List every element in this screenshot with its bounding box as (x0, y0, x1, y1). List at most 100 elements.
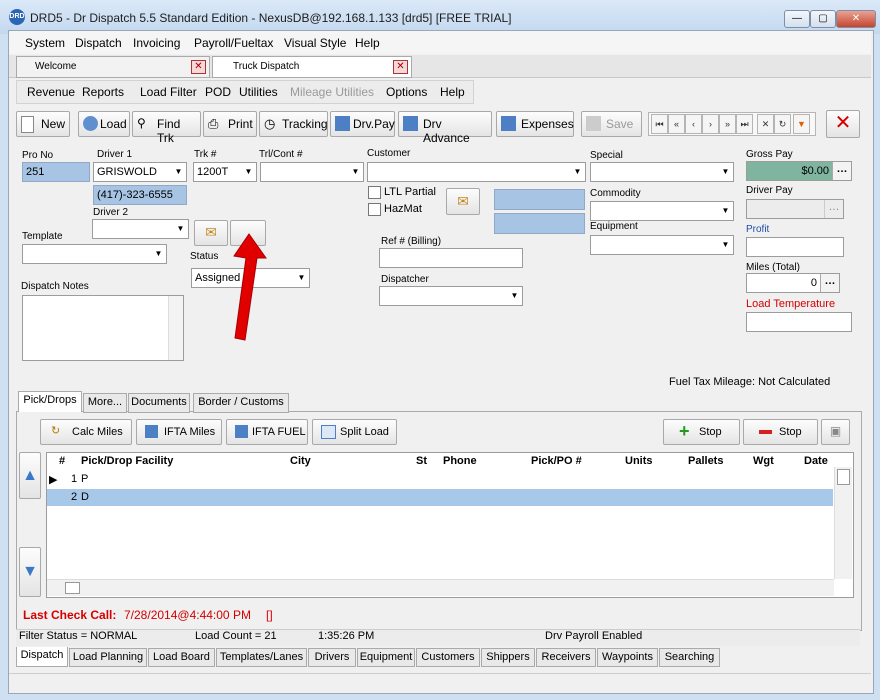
next-page-icon[interactable]: » (719, 114, 736, 134)
cancel-edit-icon[interactable]: ✕ (757, 114, 774, 134)
tab-equipment[interactable]: Equipment (357, 648, 415, 667)
tab-welcome[interactable]: Welcome ✕ (16, 56, 210, 78)
tab-waypoints[interactable]: Waypoints (597, 648, 658, 667)
tab-searching[interactable]: Searching (659, 648, 720, 667)
prior-page-icon[interactable]: « (668, 114, 685, 134)
tab-templates-lanes[interactable]: Templates/Lanes (216, 648, 307, 667)
commodity-select[interactable]: ▼ (590, 201, 734, 221)
dispatcher-select[interactable]: ▼ (379, 286, 523, 306)
menu-system[interactable]: System (25, 36, 65, 50)
fuel-tax-mileage: Fuel Tax Mileage: Not Calculated (669, 376, 831, 388)
load-button[interactable]: Load (78, 111, 130, 137)
submenu-utilities[interactable]: Utilities (239, 85, 278, 99)
move-up-icon[interactable]: ▲ (19, 452, 41, 499)
menu-invoicing[interactable]: Invoicing (133, 36, 180, 50)
table-row[interactable]: ▶ 1 P (47, 471, 833, 488)
save-disk-icon[interactable]: ▣ (821, 419, 850, 445)
filter-icon[interactable]: ▼ (793, 114, 810, 134)
close-tab-icon[interactable]: ✕ (393, 60, 408, 74)
driver2-select[interactable]: ▼ (92, 219, 189, 239)
ifta-miles-button[interactable]: IFTA Miles (136, 419, 222, 445)
tab-border-customs[interactable]: Border / Customs (193, 393, 289, 413)
tab-truck-dispatch[interactable]: Truck Dispatch ✕ (212, 56, 412, 78)
driver2-label: Driver 2 (93, 207, 129, 218)
submenu-help[interactable]: Help (440, 85, 465, 99)
dispatch-notes-textarea[interactable] (22, 295, 184, 361)
first-record-icon[interactable]: ⏮ (651, 114, 668, 134)
horizontal-scrollbar[interactable] (47, 579, 834, 596)
tab-load-board[interactable]: Load Board (148, 648, 215, 667)
special-select[interactable]: ▼ (590, 162, 734, 182)
close-dispatch-icon[interactable]: ✕ (826, 110, 860, 138)
refresh-icon[interactable]: ↻ (774, 114, 791, 134)
maximize-button[interactable]: ▢ (810, 10, 836, 28)
current-row-indicator-icon: ▶ (49, 474, 58, 486)
add-stop-button[interactable]: + Stop (663, 419, 740, 445)
clock-icon: ◷ (264, 116, 276, 131)
driver-pay-button[interactable]: Drv.Pay (330, 111, 395, 137)
tab-load-planning[interactable]: Load Planning (69, 648, 147, 667)
load-temperature-field[interactable] (746, 312, 852, 332)
col-phone: Phone (443, 455, 477, 467)
prior-record-icon[interactable]: ‹ (685, 114, 702, 134)
dispatcher-label: Dispatcher (381, 274, 429, 285)
truck-select[interactable]: 1200T ▼ (193, 162, 257, 182)
customer-envelope-icon[interactable]: ✉ (446, 188, 480, 215)
ltl-partial-checkbox[interactable] (368, 186, 381, 199)
table-row[interactable]: 2 D (47, 489, 833, 506)
expenses-button[interactable]: Expenses (496, 111, 574, 137)
template-select[interactable]: ▼ (22, 244, 167, 264)
submenu-options[interactable]: Options (386, 85, 427, 99)
last-record-icon[interactable]: ⏭ (736, 114, 753, 134)
close-window-button[interactable]: ✕ (836, 10, 876, 28)
customer-select[interactable]: ▼ (367, 162, 586, 182)
tab-documents[interactable]: Documents (128, 393, 190, 413)
close-tab-icon[interactable]: ✕ (191, 60, 206, 74)
tab-truck-dispatch-label: Truck Dispatch (233, 61, 300, 72)
next-record-icon[interactable]: › (702, 114, 719, 134)
equipment-select[interactable]: ▼ (590, 235, 734, 255)
ellipsis-icon: … (824, 200, 843, 218)
tab-shippers[interactable]: Shippers (481, 648, 535, 667)
ellipsis-icon[interactable]: … (832, 162, 851, 180)
pro-no-field[interactable]: 251 (22, 162, 90, 182)
tab-more[interactable]: More... (83, 393, 127, 413)
submenu-load-filter[interactable]: Load Filter (140, 85, 197, 99)
driver-advance-button[interactable]: Drv Advance (398, 111, 492, 145)
save-button[interactable]: Save (581, 111, 642, 137)
submenu-reports[interactable]: Reports (82, 85, 124, 99)
tab-drivers[interactable]: Drivers (308, 648, 356, 667)
gross-pay-field[interactable]: $0.00… (746, 161, 852, 181)
calc-miles-button[interactable]: ↻ Calc Miles (40, 419, 132, 445)
menu-help[interactable]: Help (355, 36, 380, 50)
tracking-button[interactable]: ◷ Tracking (259, 111, 328, 137)
driver1-select[interactable]: GRISWOLD ▼ (93, 162, 187, 182)
ref-billing-label: Ref # (Billing) (381, 236, 442, 247)
gross-pay-label: Gross Pay (746, 149, 793, 160)
submenu-revenue[interactable]: Revenue (27, 85, 75, 99)
submenu-mileage-utilities: Mileage Utilities (290, 85, 375, 99)
print-button[interactable]: ⎙ Print (203, 111, 257, 137)
ellipsis-icon[interactable]: … (820, 274, 839, 292)
menu-dispatch[interactable]: Dispatch (75, 36, 122, 50)
menu-visual-style[interactable]: Visual Style (284, 36, 346, 50)
minimize-button[interactable]: — (784, 10, 810, 28)
vertical-scrollbar[interactable] (834, 467, 852, 579)
tab-dispatch[interactable]: Dispatch (16, 647, 68, 667)
binoculars-icon: ⚲ (137, 116, 146, 130)
tab-pick-drops[interactable]: Pick/Drops (18, 391, 82, 412)
tab-customers[interactable]: Customers (416, 648, 480, 667)
ifta-fuel-button[interactable]: IFTA FUEL (226, 419, 308, 445)
hazmat-checkbox[interactable] (368, 203, 381, 216)
menu-payroll[interactable]: Payroll/Fueltax (194, 36, 273, 50)
split-load-button[interactable]: Split Load (312, 419, 397, 445)
ref-billing-field[interactable] (379, 248, 523, 268)
find-truck-button[interactable]: ⚲ Find Trk (132, 111, 201, 145)
delete-stop-button[interactable]: Stop (743, 419, 818, 445)
new-button[interactable]: New (16, 111, 70, 137)
miles-field[interactable]: 0… (746, 273, 840, 293)
move-down-icon[interactable]: ▼ (19, 547, 41, 597)
trailer-select[interactable]: ▼ (260, 162, 364, 182)
submenu-pod[interactable]: POD (205, 85, 231, 99)
tab-receivers[interactable]: Receivers (536, 648, 596, 667)
